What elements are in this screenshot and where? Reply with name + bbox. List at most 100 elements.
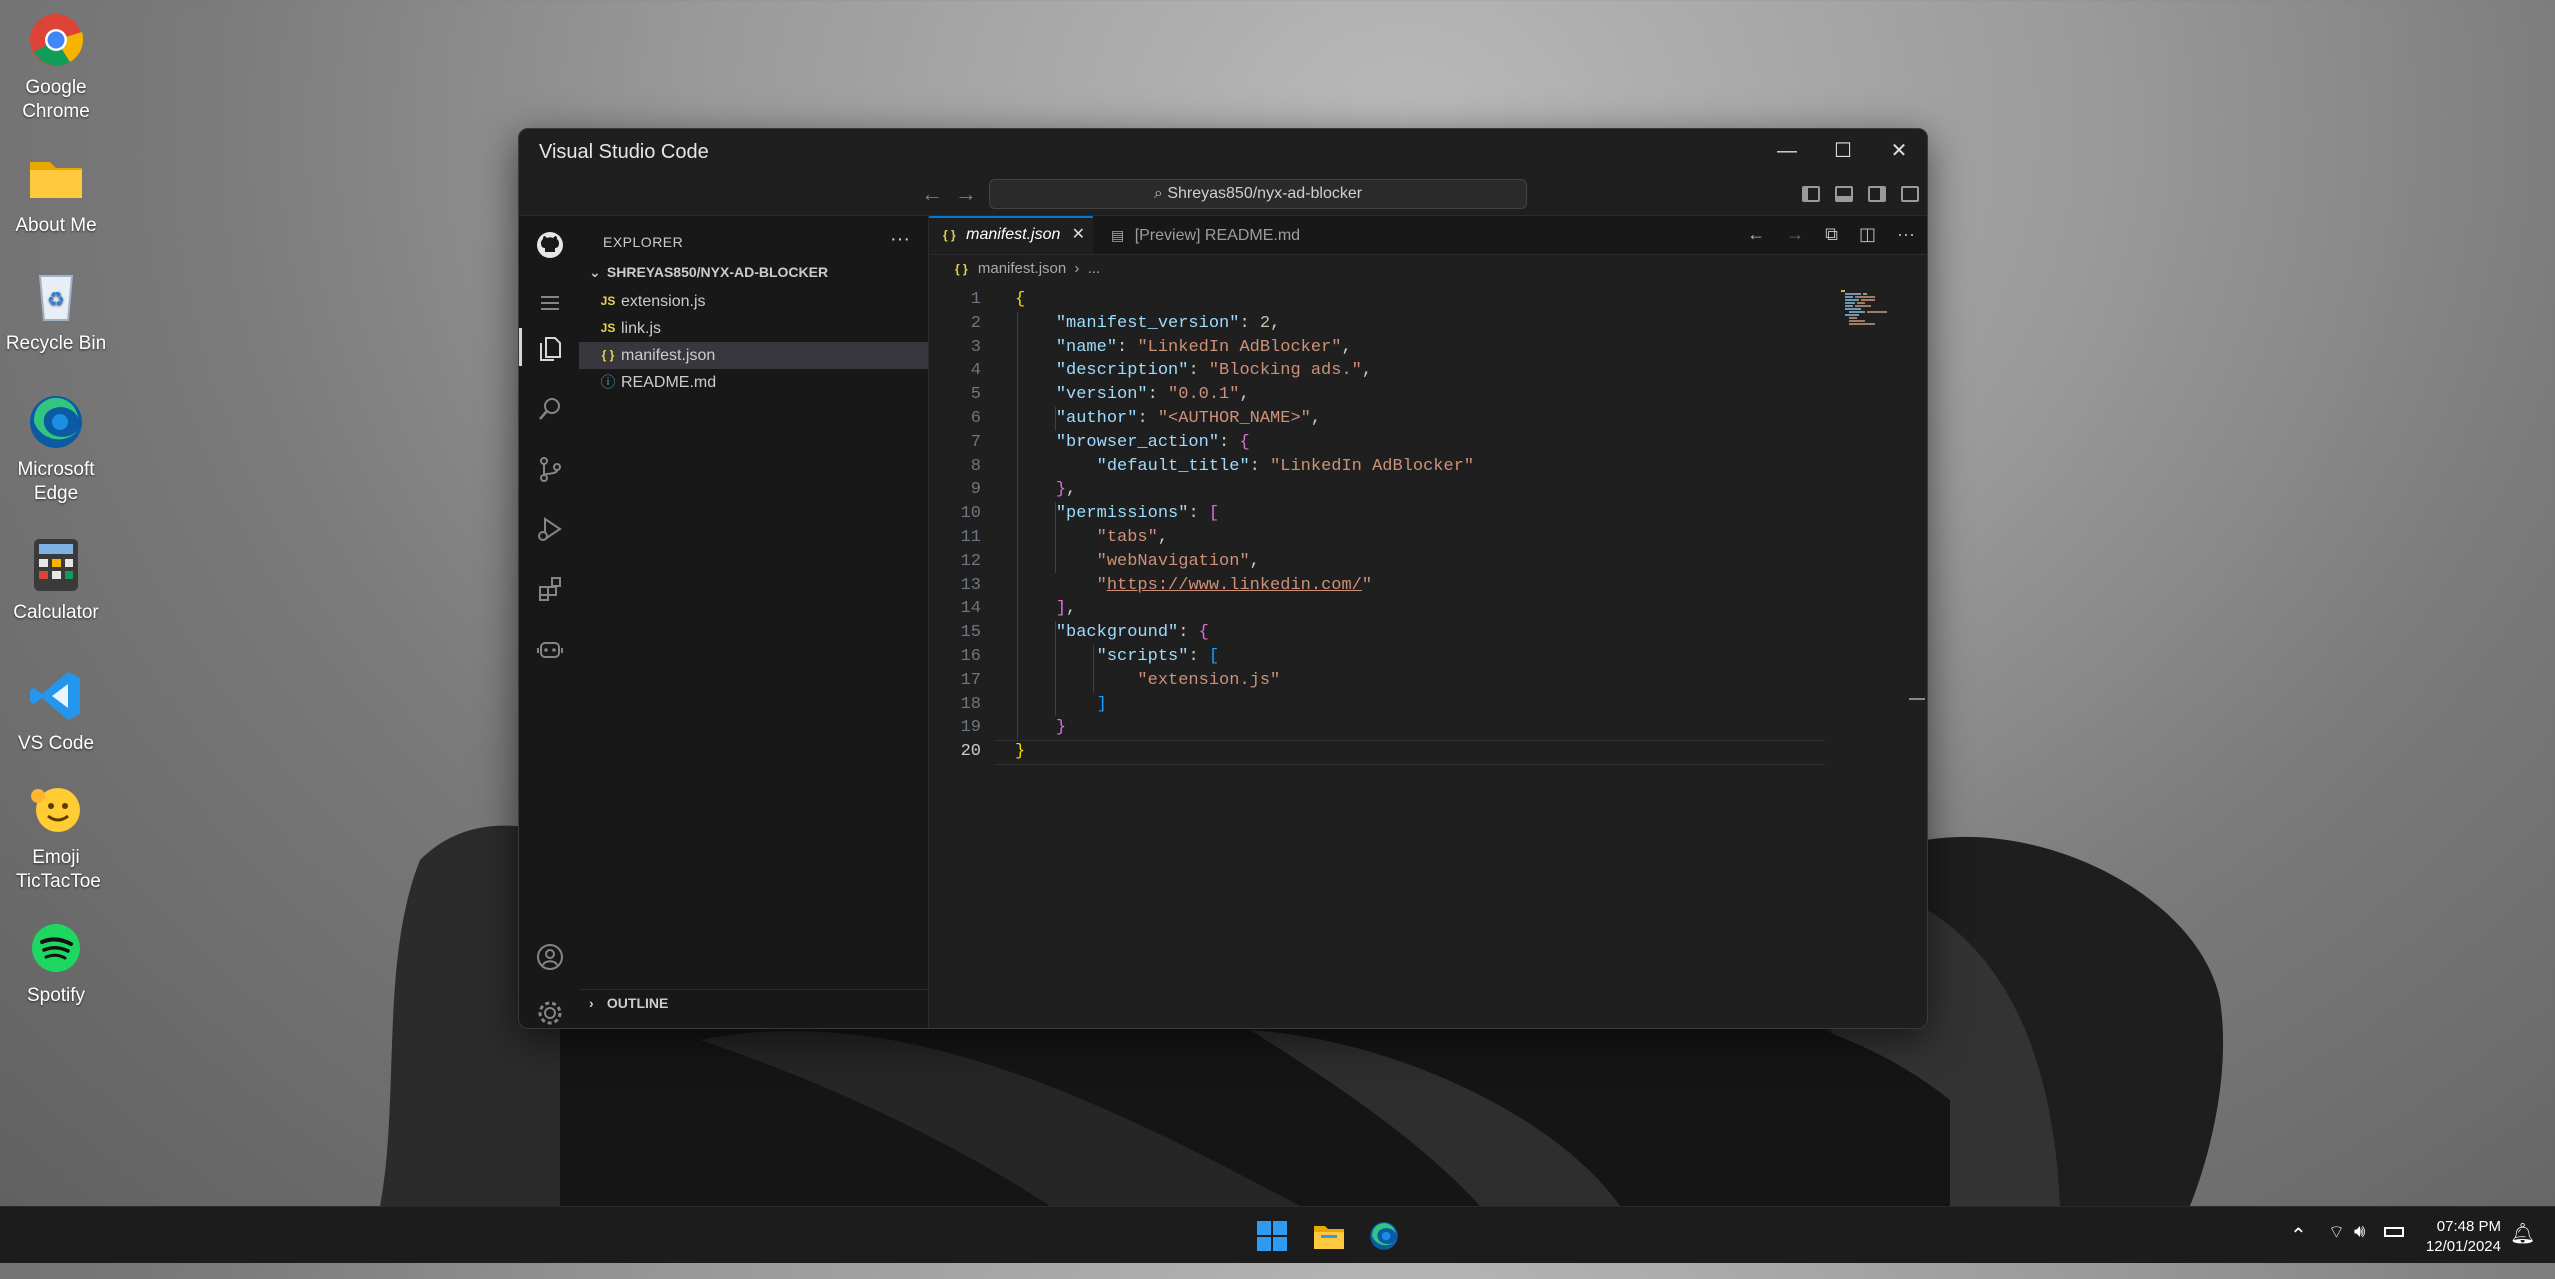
explorer-sidebar: EXPLORER ··· ⌄ SHREYAS850/NYX-AD-BLOCKER… bbox=[579, 216, 929, 1028]
toggle-secondary-sidebar-icon[interactable] bbox=[1868, 186, 1886, 202]
desktop-icon-emoji-tictactoe[interactable]: Emoji TicTacToe bbox=[0, 780, 112, 894]
command-center[interactable]: ⌕ Shreyas850/nyx-ad-blocker bbox=[989, 179, 1527, 209]
toggle-primary-sidebar-icon[interactable] bbox=[1802, 186, 1820, 202]
desktop-icon-label: VS Code bbox=[17, 733, 95, 754]
activity-copilot[interactable] bbox=[519, 622, 579, 672]
chevron-up-icon[interactable]: ⌃ bbox=[2290, 1223, 2307, 1279]
volume-icon[interactable]: 🔊︎ bbox=[2354, 1221, 2365, 1277]
close-icon: ✕ bbox=[1890, 140, 1908, 162]
chrome-icon bbox=[26, 10, 86, 70]
svg-text:♻: ♻ bbox=[47, 287, 65, 311]
desktop-icon-recycle-bin[interactable]: ♻ Recycle Bin bbox=[0, 266, 112, 356]
close-tab-icon[interactable]: ✕ bbox=[1072, 218, 1085, 252]
file-explorer-button[interactable] bbox=[1313, 1221, 1345, 1251]
divider bbox=[579, 989, 928, 990]
explorer-header: EXPLORER bbox=[603, 234, 684, 250]
toggle-panel-icon[interactable] bbox=[1835, 186, 1853, 202]
extensions-icon bbox=[539, 577, 561, 601]
maximize-button[interactable]: ☐ bbox=[1815, 129, 1871, 173]
activity-explorer[interactable] bbox=[519, 322, 579, 372]
json-file-icon: { } bbox=[943, 228, 956, 242]
close-window-button[interactable]: ✕ bbox=[1871, 129, 1927, 173]
more-actions-icon[interactable]: ··· bbox=[890, 228, 910, 251]
clock[interactable]: 07:48 PM 12/01/2024 bbox=[2426, 1217, 2501, 1257]
code-line-current: 20} bbox=[929, 740, 1829, 766]
edge-taskbar-button[interactable] bbox=[1368, 1220, 1400, 1252]
info-file-icon: ⓘ bbox=[600, 374, 616, 391]
vscode-window: Visual Studio Code — ☐ ✕ ← → ⌕ Shreyas85… bbox=[518, 128, 1928, 1029]
desktop-icon-about-me[interactable]: About Me bbox=[0, 148, 112, 238]
desktop-icon-label: Spotify bbox=[26, 985, 86, 1006]
activity-github[interactable] bbox=[519, 218, 579, 268]
forward-arrow-icon[interactable]: → bbox=[955, 181, 977, 207]
breadcrumb[interactable]: { } manifest.json › ... bbox=[955, 260, 1100, 277]
customize-layout-icon[interactable] bbox=[1901, 186, 1919, 202]
tab-manifest-json[interactable]: { } manifest.json ✕ bbox=[929, 216, 1093, 254]
recycle-bin-icon: ♻ bbox=[26, 266, 86, 326]
file-item[interactable]: ⓘ README.md bbox=[579, 369, 928, 396]
clock-date: 12/01/2024 bbox=[2425, 1238, 2501, 1255]
activity-search[interactable] bbox=[519, 382, 579, 432]
more-actions-icon[interactable]: ··· bbox=[1897, 224, 1915, 244]
desktop-icon-label: About Me bbox=[15, 215, 97, 236]
split-editor-icon[interactable]: ◫ bbox=[1859, 224, 1876, 244]
outline-section[interactable]: › OUTLINE bbox=[589, 991, 924, 1015]
file-item[interactable]: JS link.js bbox=[579, 315, 928, 342]
edge-icon bbox=[1370, 1222, 1398, 1250]
desktop-icon-vscode[interactable]: VS Code bbox=[0, 666, 112, 756]
tab-label: manifest.json bbox=[966, 226, 1061, 243]
activity-accounts[interactable] bbox=[519, 930, 579, 980]
clock-time: 07:48 PM bbox=[2436, 1218, 2501, 1235]
go-forward-icon[interactable]: → bbox=[1786, 224, 1804, 244]
notification-bell-icon[interactable]: 🔔︎ bbox=[2510, 1221, 2535, 1277]
battery-icon[interactable] bbox=[2384, 1227, 2404, 1237]
minimize-button[interactable]: — bbox=[1759, 129, 1815, 173]
title-bar[interactable]: Visual Studio Code — ☐ ✕ bbox=[519, 129, 1927, 173]
desktop-icon-label: Emoji TicTacToe bbox=[16, 847, 101, 892]
desktop-icon-label: Calculator bbox=[13, 602, 99, 623]
file-name: link.js bbox=[621, 320, 662, 337]
wifi-icon[interactable]: ⌔ bbox=[2328, 1221, 2345, 1277]
taskbar: ⌃ ⌔ 🔊︎ 07:48 PM 12/01/2024 🔔︎ bbox=[0, 1206, 2555, 1263]
scrollbar-cursor-marker bbox=[1909, 698, 1925, 700]
desktop-icon-calculator[interactable]: Calculator bbox=[0, 535, 112, 625]
desktop-icon-label: Google Chrome bbox=[22, 77, 90, 122]
tab-preview-readme[interactable]: ▤ [Preview] README.md bbox=[1095, 216, 1325, 254]
go-back-icon[interactable]: ← bbox=[1747, 224, 1765, 244]
file-item[interactable]: JS extension.js bbox=[579, 288, 928, 315]
calculator-icon bbox=[26, 535, 86, 595]
folder-icon bbox=[1314, 1226, 1344, 1249]
window-title: Visual Studio Code bbox=[539, 141, 709, 163]
javascript-file-icon: JS bbox=[600, 321, 616, 335]
back-arrow-icon[interactable]: ← bbox=[921, 181, 943, 207]
spotify-icon bbox=[26, 918, 86, 978]
maximize-icon: ☐ bbox=[1834, 140, 1852, 162]
desktop-icon-spotify[interactable]: Spotify bbox=[0, 918, 112, 1008]
desktop-icon-label: Microsoft Edge bbox=[17, 459, 95, 504]
activity-source-control[interactable] bbox=[519, 442, 579, 492]
activity-menu[interactable] bbox=[519, 276, 579, 326]
breadcrumb-rest: ... bbox=[1087, 260, 1101, 277]
json-file-icon: { } bbox=[955, 262, 968, 276]
javascript-file-icon: JS bbox=[600, 294, 616, 308]
menu-icon bbox=[541, 296, 559, 310]
desktop-icon-label: Recycle Bin bbox=[5, 333, 107, 354]
github-icon bbox=[537, 232, 563, 258]
chevron-down-icon: ⌄ bbox=[589, 264, 601, 280]
folder-name: SHREYAS850/NYX-AD-BLOCKER bbox=[606, 264, 829, 280]
emoji-icon bbox=[26, 780, 86, 840]
open-preview-icon[interactable]: ⧉ bbox=[1825, 224, 1838, 244]
activity-extensions[interactable] bbox=[519, 562, 579, 612]
editor-area: { } manifest.json ✕ ▤ [Preview] README.m… bbox=[929, 216, 1927, 1028]
activity-run-debug[interactable] bbox=[519, 502, 579, 552]
minimize-icon: — bbox=[1777, 140, 1797, 162]
command-row: ← → ⌕ Shreyas850/nyx-ad-blocker bbox=[519, 173, 1927, 216]
activity-manage[interactable] bbox=[519, 986, 579, 1028]
desktop-icon-edge[interactable]: Microsoft Edge bbox=[0, 392, 112, 506]
url-link[interactable]: https://www.linkedin.com/ bbox=[1107, 576, 1362, 595]
file-item-selected[interactable]: { } manifest.json bbox=[579, 342, 928, 369]
workspace-folder[interactable]: ⌄ SHREYAS850/NYX-AD-BLOCKER bbox=[589, 260, 924, 284]
desktop-icon-chrome[interactable]: Google Chrome bbox=[0, 10, 112, 124]
minimap[interactable] bbox=[1841, 288, 1901, 328]
start-button[interactable] bbox=[1257, 1221, 1287, 1251]
